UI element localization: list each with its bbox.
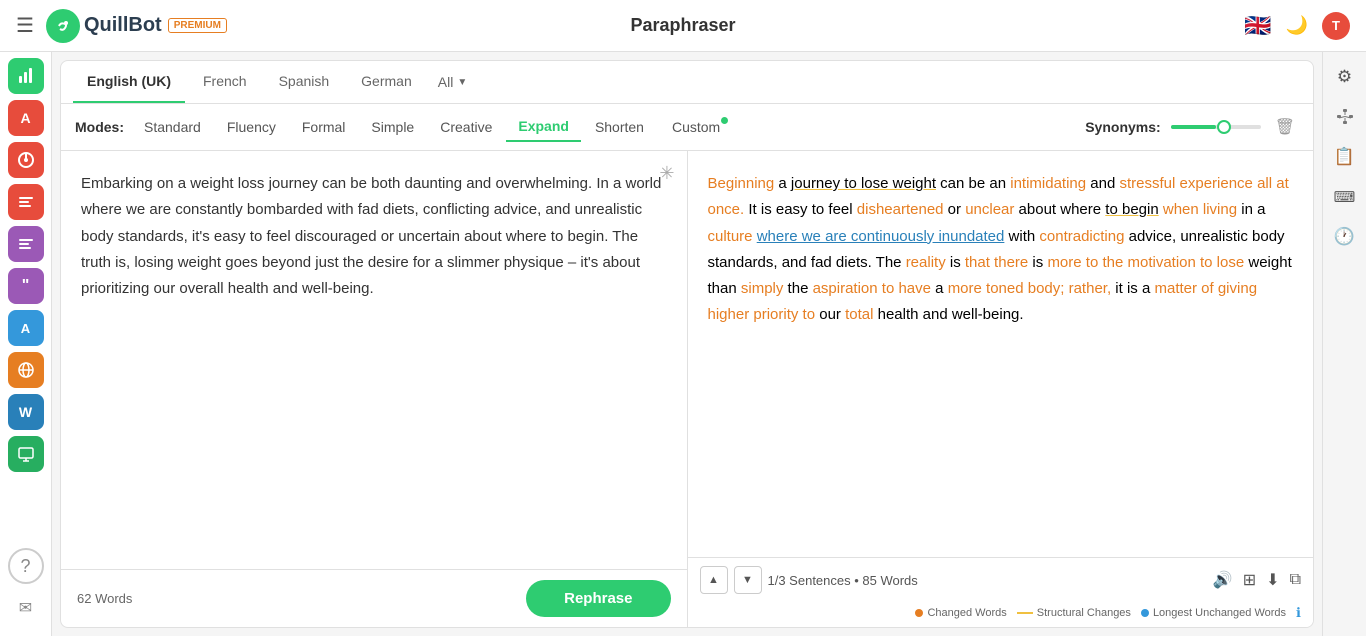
mode-shorten[interactable]: Shorten [583, 113, 656, 141]
editor-area: English (UK) French Spanish German All ▼… [52, 52, 1322, 636]
sidebar-icon-analytics[interactable] [8, 58, 44, 94]
right-editor-panel: Beginning a journey to lose weight can b… [688, 151, 1314, 627]
synonyms-slider[interactable] [1171, 125, 1261, 129]
sidebar-icon-quote[interactable]: " [8, 268, 44, 304]
sidebar-icon-word[interactable]: W [8, 394, 44, 430]
info-icon[interactable]: ℹ [1296, 605, 1301, 621]
tab-spanish[interactable]: Spanish [265, 61, 344, 103]
sidebar-icon-grammar[interactable]: A [8, 100, 44, 136]
right-panel-footer: ▲ ▼ 1/3 Sentences • 85 Words 🔊 ⊞ ⬇ ⧉ [688, 557, 1314, 602]
delete-icon[interactable]: 🗑 [1271, 113, 1299, 141]
right-panel-text: Beginning a journey to lose weight can b… [688, 151, 1314, 557]
tab-english-uk[interactable]: English (UK) [73, 61, 185, 103]
mode-creative[interactable]: Creative [428, 113, 504, 141]
hamburger-icon[interactable]: ☰ [16, 13, 34, 38]
premium-badge: PREMIUM [168, 18, 227, 33]
modes-bar: Modes: Standard Fluency Formal Simple Cr… [61, 104, 1313, 151]
mode-simple[interactable]: Simple [359, 113, 426, 141]
left-panel-footer: 62 Words Rephrase [61, 569, 687, 627]
logo-area: QuillBot PREMIUM [46, 9, 227, 43]
word-count-left: 62 Words [77, 591, 132, 606]
left-sidebar: A " A W ? ✉ [0, 52, 52, 636]
mode-formal[interactable]: Formal [290, 113, 358, 141]
history-icon[interactable]: 🕐 [1328, 220, 1362, 254]
document-icon[interactable]: 📋 [1328, 140, 1362, 174]
help-icon[interactable]: ? [8, 548, 44, 584]
mail-icon[interactable]: ✉ [8, 590, 44, 626]
sidebar-icon-translate[interactable]: A [8, 310, 44, 346]
synonyms-label: Synonyms: [1085, 119, 1160, 135]
download-icon[interactable]: ⬇ [1266, 570, 1279, 590]
left-panel-text[interactable]: Embarking on a weight loss journey can b… [61, 151, 687, 569]
legend-bar: Changed Words Structural Changes Longest… [688, 602, 1314, 627]
language-flag-icon[interactable]: 🇬🇧 [1244, 13, 1271, 39]
nav-down-button[interactable]: ▼ [734, 566, 762, 594]
legend-changed: Changed Words [915, 607, 1006, 619]
modes-label: Modes: [75, 119, 124, 135]
logo-text: QuillBot [84, 14, 162, 37]
tab-french[interactable]: French [189, 61, 261, 103]
mode-expand[interactable]: Expand [506, 112, 581, 142]
user-avatar[interactable]: T [1322, 12, 1350, 40]
sidebar-icon-paraphrase[interactable] [8, 184, 44, 220]
speaker-icon[interactable]: 🔊 [1213, 570, 1233, 590]
sidebar-icon-web[interactable] [8, 352, 44, 388]
tab-all[interactable]: All ▼ [430, 62, 475, 102]
legend-structural: Structural Changes [1017, 607, 1131, 619]
legend-unchanged: Longest Unchanged Words [1141, 607, 1286, 619]
tab-german[interactable]: German [347, 61, 426, 103]
keyboard-icon[interactable]: ⌨ [1328, 180, 1362, 214]
copy-icon[interactable]: ⧉ [1290, 571, 1301, 589]
org-chart-icon[interactable] [1328, 100, 1362, 134]
sidebar-icon-monitor[interactable] [8, 436, 44, 472]
page-title: Paraphraser [630, 15, 735, 36]
mode-standard[interactable]: Standard [132, 113, 213, 141]
table-icon[interactable]: ⊞ [1243, 570, 1256, 590]
language-tabs: English (UK) French Spanish German All ▼ [61, 61, 1313, 104]
sentence-info: 1/3 Sentences • 85 Words [768, 573, 918, 588]
settings-icon[interactable]: ⚙ [1328, 60, 1362, 94]
sidebar-icon-tool3[interactable] [8, 142, 44, 178]
theme-toggle-icon[interactable]: 🌙 [1286, 15, 1308, 36]
rephrase-button[interactable]: Rephrase [526, 580, 670, 617]
snowflake-icon[interactable]: ✳ [659, 163, 674, 184]
right-sidebar: ⚙ 📋 ⌨ 🕐 [1322, 52, 1366, 636]
sidebar-icon-summarize[interactable] [8, 226, 44, 262]
mode-fluency[interactable]: Fluency [215, 113, 288, 141]
nav-up-button[interactable]: ▲ [700, 566, 728, 594]
left-editor-panel: Embarking on a weight loss journey can b… [61, 151, 688, 627]
